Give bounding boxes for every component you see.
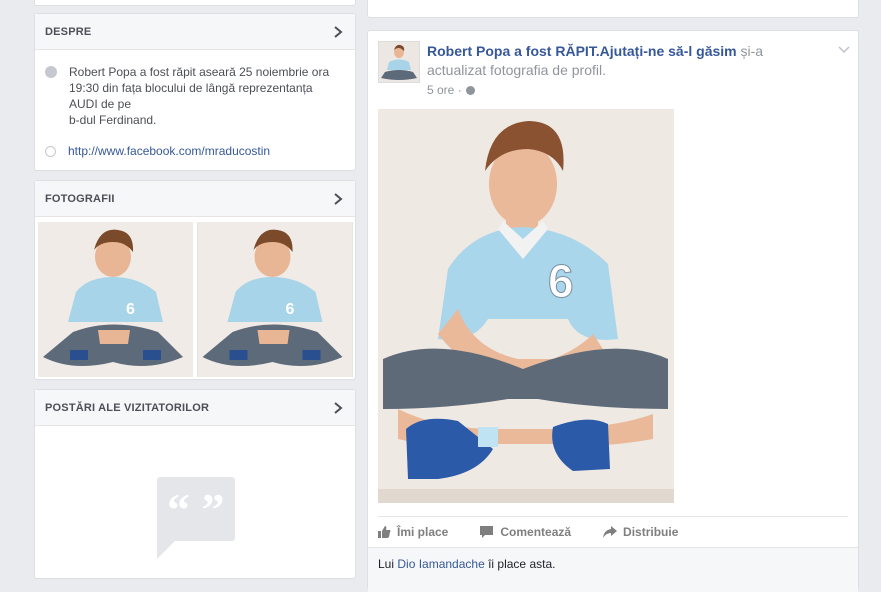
likes-prefix: Lui	[378, 557, 398, 571]
post-photo[interactable]: 6	[378, 109, 674, 503]
photos-title: FOTOGRAFII	[45, 192, 115, 205]
globe-icon	[45, 146, 56, 157]
post-card: Robert Popa a fost RĂPIT.Ajutați-ne să-l…	[367, 30, 859, 592]
comment-icon	[480, 526, 494, 538]
about-description-row: Robert Popa a fost răpit aseară 25 noiem…	[35, 64, 355, 128]
photos-card: FOTOGRAFII 6 6	[34, 180, 356, 380]
svg-text:6: 6	[286, 301, 295, 318]
share-label: Distribuie	[623, 525, 679, 539]
like-label: Îmi place	[397, 525, 449, 539]
quote-bubble-icon: “ ”	[157, 477, 237, 559]
likes-sentence: Lui Dio Iamandache îi place asta.	[378, 557, 555, 571]
svg-text:6: 6	[548, 255, 574, 307]
photo-thumbnail[interactable]: 6	[38, 222, 193, 377]
about-card: DESPRE Robert Popa a fost răpit aseară 2…	[34, 13, 356, 171]
visitor-posts-header[interactable]: POSTĂRI ALE VIZITATORILOR	[35, 390, 355, 426]
comment-button[interactable]: Comentează	[480, 525, 571, 539]
post-divider	[378, 516, 848, 517]
post-meta: 5 ore ·	[427, 83, 476, 97]
author-avatar[interactable]	[378, 41, 420, 83]
meta-separator: ·	[454, 83, 466, 97]
about-title: DESPRE	[45, 25, 92, 38]
visitor-posts-card: POSTĂRI ALE VIZITATORILOR “ ”	[34, 389, 356, 579]
chevron-right-icon[interactable]	[331, 192, 345, 206]
post-author-link[interactable]: Robert Popa a fost RĂPIT.Ajutați-ne să-l…	[427, 43, 737, 59]
share-button[interactable]: Distribuie	[603, 525, 678, 539]
photos-header[interactable]: FOTOGRAFII	[35, 181, 355, 217]
likes-bar: Lui Dio Iamandache îi place asta.	[368, 547, 858, 592]
likes-suffix: îi place asta.	[484, 557, 556, 571]
visitor-posts-title: POSTĂRI ALE VIZITATORILOR	[45, 401, 210, 414]
left-top-card-end	[34, 0, 356, 6]
photo-thumbnail[interactable]: 6	[197, 222, 353, 377]
chevron-right-icon[interactable]	[331, 401, 345, 415]
post-timestamp[interactable]: 5 ore	[427, 83, 454, 97]
about-link-row: http://www.facebook.com/mraducostin	[35, 144, 355, 158]
svg-text:“ ”: “ ”	[167, 484, 225, 535]
about-description: Robert Popa a fost răpit aseară 25 noiem…	[69, 65, 330, 127]
comment-label: Comentează	[500, 525, 572, 539]
post-options-chevron-icon[interactable]	[838, 43, 850, 57]
share-arrow-icon	[603, 526, 618, 538]
post-action-bar: Îmi place Comentează Distribuie	[378, 522, 678, 542]
right-top-card-end	[367, 0, 859, 18]
public-globe-icon[interactable]	[466, 85, 476, 95]
svg-text:6: 6	[126, 301, 135, 318]
info-icon	[45, 66, 57, 78]
about-website-link[interactable]: http://www.facebook.com/mraducostin	[68, 144, 270, 158]
liker-name-link[interactable]: Dio Iamandache	[397, 557, 484, 571]
chevron-right-icon[interactable]	[331, 25, 345, 39]
about-header[interactable]: DESPRE	[35, 14, 355, 50]
like-button[interactable]: Îmi place	[378, 525, 448, 539]
post-header-text: Robert Popa a fost RĂPIT.Ajutați-ne să-l…	[427, 42, 817, 80]
thumbs-up-icon	[378, 526, 391, 538]
